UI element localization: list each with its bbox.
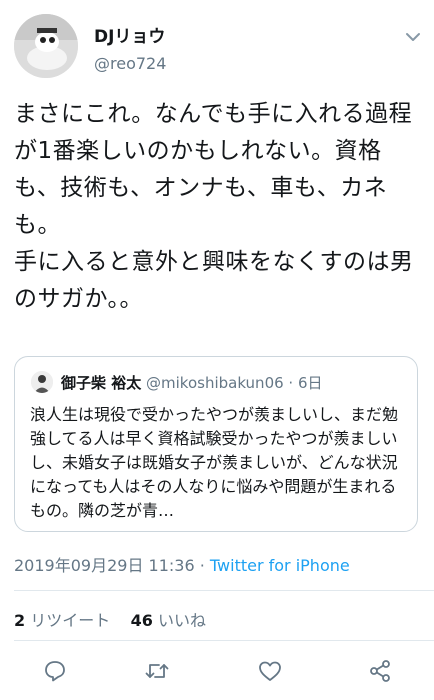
- user-handle[interactable]: @reo724: [94, 54, 166, 73]
- likes-label: いいね: [157, 611, 206, 630]
- chevron-down-icon[interactable]: [402, 26, 424, 48]
- heart-icon[interactable]: [255, 656, 285, 686]
- reply-icon[interactable]: [40, 656, 70, 686]
- avatar-image: [14, 14, 78, 78]
- divider: [14, 640, 434, 641]
- display-name[interactable]: DJリョウ: [94, 22, 165, 47]
- timestamp-separator: ·: [194, 556, 210, 575]
- tweet-text: まさにこれ。なんでも手に入れる過程が1番楽しいのかもしれない。資格も、技術も、オ…: [14, 101, 414, 312]
- quoted-meta: @mikoshibakun06 · 6日: [146, 374, 323, 392]
- quoted-tweet[interactable]: 御子柴 裕太 @mikoshibakun06 · 6日 浪人生は現役で受かったや…: [14, 356, 418, 532]
- retweet-icon[interactable]: [142, 656, 172, 686]
- tweet-timestamp: 2019年09月29日 11:36 · Twitter for iPhone: [14, 552, 350, 576]
- retweets-count: 2: [14, 611, 26, 630]
- avatar[interactable]: [14, 14, 78, 78]
- tweet-source-link[interactable]: Twitter for iPhone: [210, 556, 350, 575]
- retweets-stat[interactable]: 2 リツイート: [14, 611, 110, 630]
- quoted-text: 浪人生は現役で受かったやつが羨ましいし、まだ勉強してる人は早く資格試験受かったや…: [30, 405, 399, 520]
- share-icon[interactable]: [365, 656, 395, 686]
- likes-stat[interactable]: 46 いいね: [131, 611, 206, 630]
- likes-count: 46: [130, 611, 153, 630]
- tweet-stats: 2 リツイート 46 いいね: [14, 607, 206, 631]
- quoted-header: 御子柴 裕太 @mikoshibakun06 · 6日: [61, 372, 323, 393]
- quoted-display-name: 御子柴 裕太: [61, 374, 142, 392]
- retweets-label: リツイート: [30, 611, 111, 630]
- quoted-avatar: [31, 371, 53, 393]
- divider: [14, 590, 434, 591]
- timestamp-datetime: 2019年09月29日 11:36: [14, 556, 195, 575]
